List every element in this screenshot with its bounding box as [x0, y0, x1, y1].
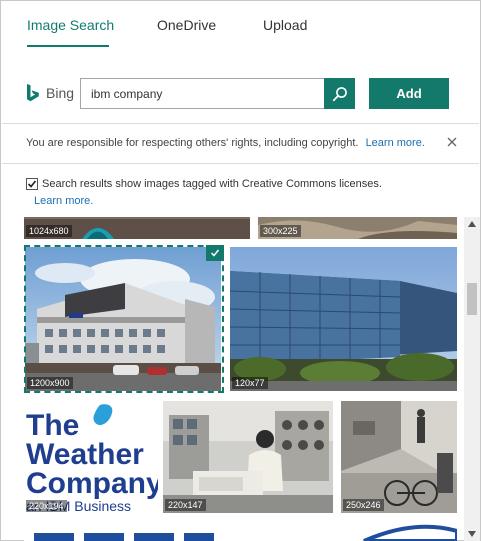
- image-result[interactable]: 1200x900: [25, 247, 221, 391]
- search-button[interactable]: [324, 78, 355, 109]
- result-image: The Weather Company an IBM Business: [26, 404, 158, 514]
- image-size-label: 220x194: [26, 500, 67, 512]
- divider: [2, 163, 479, 164]
- copyright-notice: You are responsible for respecting other…: [26, 137, 425, 149]
- image-result[interactable]: 120x77: [230, 247, 457, 391]
- image-results-grid: 1024x680 300x225 1200x900 120x77 The Wea…: [2, 217, 463, 541]
- scroll-down-button[interactable]: [464, 527, 480, 541]
- copyright-learn-more-link[interactable]: Learn more.: [366, 137, 425, 149]
- image-size-label: 120x77: [232, 377, 268, 389]
- caret-up-icon: [468, 221, 476, 227]
- bing-logo-icon: [27, 84, 39, 102]
- result-image: [230, 247, 457, 391]
- results-scrollbar[interactable]: [464, 217, 480, 541]
- image-size-label: 1200x900: [27, 377, 73, 389]
- result-image: [25, 247, 221, 391]
- tab-bar: Image Search OneDrive Upload: [1, 1, 480, 49]
- copyright-notice-text: You are responsible for respecting other…: [26, 137, 359, 149]
- creative-commons-label: Search results show images tagged with C…: [42, 178, 382, 190]
- image-result[interactable]: 220x147: [163, 401, 333, 513]
- tab-image-search[interactable]: Image Search: [27, 17, 114, 33]
- divider: [2, 123, 479, 124]
- scrollbar-thumb[interactable]: [467, 283, 477, 315]
- active-tab-indicator: [27, 45, 109, 47]
- weather-logo-company: Company: [26, 467, 158, 500]
- result-image: [34, 524, 457, 541]
- search-input[interactable]: [80, 78, 324, 109]
- bing-label: Bing: [46, 85, 75, 101]
- search-icon: [332, 86, 347, 101]
- image-result[interactable]: 250x246: [341, 401, 457, 513]
- checkmark-icon: [27, 180, 37, 188]
- checkmark-icon: [210, 249, 220, 257]
- tab-onedrive[interactable]: OneDrive: [157, 17, 216, 33]
- image-result[interactable]: [24, 519, 457, 541]
- creative-commons-checkbox[interactable]: [26, 178, 38, 190]
- result-image: [341, 401, 457, 513]
- image-picker-dialog: Image Search OneDrive Upload Bing Add Yo…: [0, 0, 481, 541]
- image-result[interactable]: 300x225: [258, 217, 457, 239]
- tab-upload[interactable]: Upload: [263, 17, 307, 33]
- image-size-label: 300x225: [260, 225, 301, 237]
- selected-check-badge: [206, 245, 224, 261]
- close-icon[interactable]: [445, 135, 459, 149]
- creative-commons-learn-more-link[interactable]: Learn more.: [34, 195, 93, 207]
- caret-down-icon: [468, 531, 476, 537]
- image-size-label: 1024x680: [26, 225, 72, 237]
- scroll-up-button[interactable]: [464, 217, 480, 231]
- add-button[interactable]: Add: [369, 78, 449, 109]
- image-size-label: 250x246: [343, 499, 384, 511]
- image-result[interactable]: The Weather Company an IBM Business 220x…: [24, 401, 158, 514]
- image-size-label: 220x147: [165, 499, 206, 511]
- result-image: [163, 401, 333, 513]
- image-result[interactable]: 1024x680: [24, 217, 250, 239]
